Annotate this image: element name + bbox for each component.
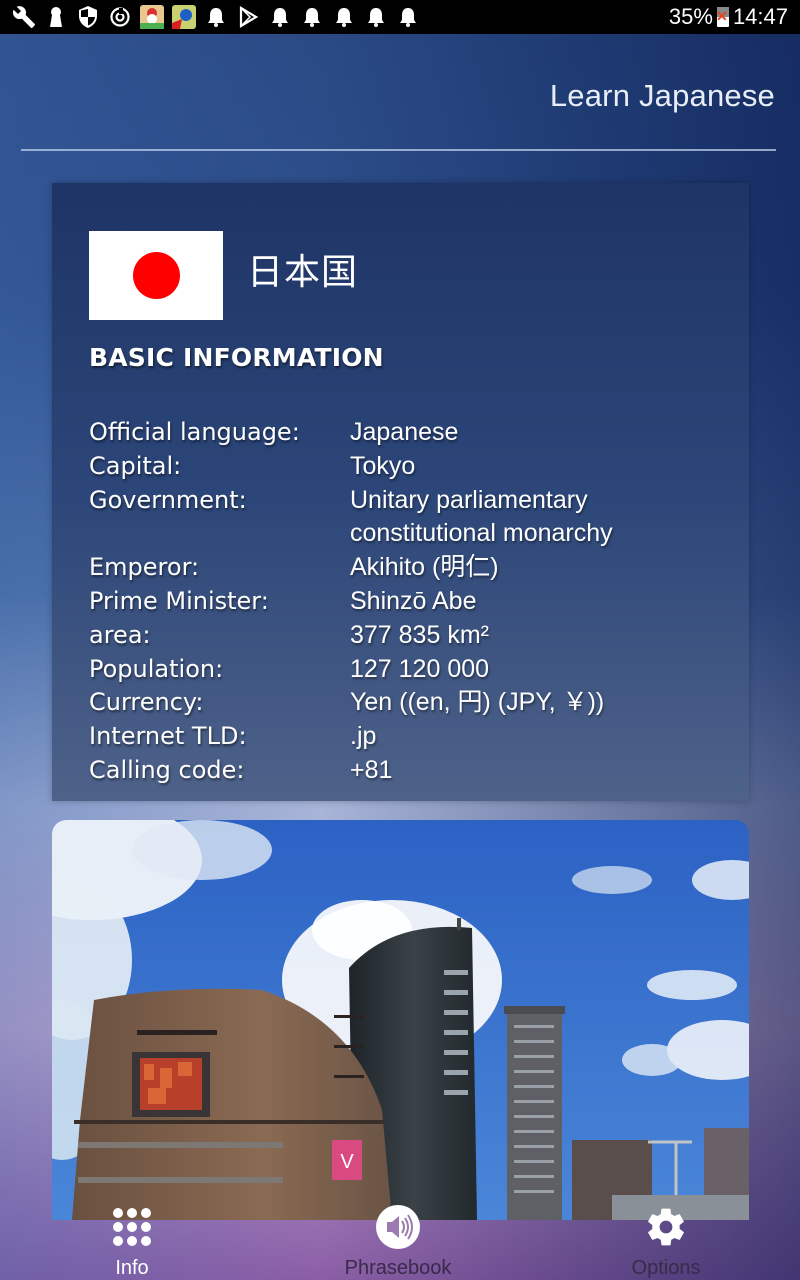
fact-row: Emperor: Akihito (明仁) [89, 551, 729, 585]
fact-row: Internet TLD: .jp [89, 720, 729, 754]
nav-item-phrasebook[interactable]: Phrasebook [264, 1200, 532, 1280]
fact-row: Currency: Yen ((en, 円) (JPY, ￥)) [89, 686, 729, 720]
shield-icon [72, 0, 104, 34]
clock: 14:47 [732, 4, 788, 29]
fact-value: 127 120 000 [350, 654, 490, 683]
fact-label: Population: [89, 654, 224, 683]
skyline-illustration: V [52, 820, 749, 1220]
city-skyline-photo: V [52, 820, 749, 1220]
fact-label: Official language: [89, 418, 300, 446]
nav-label: Info [115, 1257, 149, 1279]
fact-row: Prime Minister: Shinzō Abe [89, 585, 729, 619]
fact-label: area: [89, 620, 151, 649]
svg-text:V: V [340, 1151, 354, 1173]
fact-row: Government: Unitary parliamentary [89, 484, 729, 518]
country-name: 日本国 [247, 252, 359, 293]
fact-value: Shinzō Abe [350, 586, 477, 615]
app-screen: Learn Japanese 日本国 BASIC INFORMATION Off… [0, 34, 800, 1280]
bell-icon [264, 0, 296, 34]
nav-item-options[interactable]: Options [532, 1200, 800, 1280]
header-divider [21, 149, 776, 151]
fact-value: Akihito (明仁) [350, 553, 499, 582]
battery-percent: 35% [668, 4, 713, 29]
fact-row: Calling code: +81 [89, 754, 729, 788]
bell-icon [392, 0, 424, 34]
flag-disc [133, 252, 180, 299]
fact-label: Emperor: [89, 553, 200, 582]
game-app-icon-2 [168, 0, 200, 34]
nav-label: Phrasebook [344, 1257, 452, 1279]
fact-row: Official language: Japanese [89, 416, 729, 450]
fact-value: constitutional monarchy [350, 519, 613, 548]
bell-icon [296, 0, 328, 34]
fact-label [89, 517, 350, 551]
nav-item-info[interactable]: Info [0, 1200, 264, 1280]
bell-icon [360, 0, 392, 34]
game-app-icon-1 [136, 0, 168, 34]
fact-label: Government: [89, 485, 247, 514]
section-title: BASIC INFORMATION [89, 343, 384, 372]
fact-row: Capital: Tokyo [89, 450, 729, 484]
notification-icons [0, 0, 424, 34]
fact-value: Yen ((en, 円) (JPY, ￥)) [350, 688, 605, 717]
bell-icon [328, 0, 360, 34]
fact-label: Calling code: [89, 755, 245, 784]
fact-value: Tokyo [350, 451, 416, 480]
bell-icon [200, 0, 232, 34]
keyhole-icon [40, 0, 72, 34]
nav-label: Options [631, 1257, 701, 1279]
sync-icon [104, 0, 136, 34]
fact-value: Unitary parliamentary [350, 485, 588, 514]
fact-label: Currency: [89, 688, 204, 717]
gear-icon [644, 1203, 688, 1251]
fact-label: Internet TLD: [89, 722, 247, 751]
fact-value: .jp [350, 722, 377, 751]
system-status: 35% 14:47 [669, 4, 800, 30]
fact-value: +81 [350, 755, 393, 784]
fact-row: Population: 127 120 000 [89, 653, 729, 687]
bottom-nav: Info Phrasebook Options [0, 1200, 800, 1280]
battery-not-charging-icon [716, 7, 729, 27]
facts-list: Official language: Japanese Capital: Tok… [89, 416, 729, 788]
fact-value: 377 835 km² [350, 620, 489, 649]
japan-flag [89, 231, 223, 320]
fact-label: Capital: [89, 451, 182, 480]
fact-row: area: 377 835 km² [89, 619, 729, 653]
play-store-icon [232, 0, 264, 34]
status-bar: 35% 14:47 [0, 0, 800, 34]
country-info-card: 日本国 BASIC INFORMATION Official language:… [52, 183, 749, 801]
app-title: Learn Japanese [549, 78, 775, 113]
fact-value: Japanese [350, 418, 459, 446]
grid-dots-icon [112, 1203, 152, 1251]
fact-row: constitutional monarchy [89, 517, 729, 551]
speaker-icon [375, 1203, 421, 1251]
wrench-icon [8, 0, 40, 34]
fact-label: Prime Minister: [89, 586, 269, 615]
